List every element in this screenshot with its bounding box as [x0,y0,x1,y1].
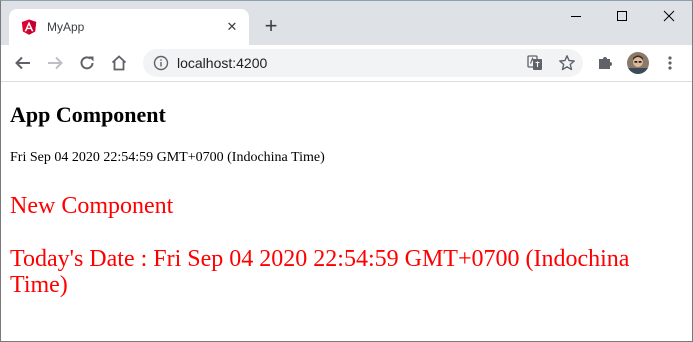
page-title: App Component [10,102,166,127]
bookmark-button[interactable] [557,53,577,73]
minimize-icon[interactable] [553,1,599,31]
close-icon[interactable] [646,1,692,31]
address-bar[interactable]: localhost:4200 [143,49,583,77]
plus-icon[interactable]: + [260,15,282,38]
forward-button[interactable] [41,49,69,77]
date-text: Fri Sep 04 2020 22:54:59 GMT+0700 (Indoc… [10,150,325,165]
todays-date-text: Today's Date : Fri Sep 04 2020 22:54:59 … [10,246,630,298]
info-icon[interactable] [153,55,169,71]
maximize-icon[interactable] [599,1,645,31]
translate-button[interactable] [525,53,545,73]
angular-icon [21,19,37,35]
tab-title: MyApp [47,20,85,34]
arrow-left-icon [15,56,30,70]
avatar [627,52,649,74]
browser-window: MyApp ✕ + localhost:4200 App Component F… [0,0,693,342]
back-button[interactable] [9,49,37,77]
menu-button[interactable] [656,49,684,77]
kebab-menu-icon [668,56,672,70]
tab-strip: MyApp ✕ + [1,1,692,45]
new-component-title: New Component [10,193,174,219]
puzzle-icon [599,57,612,69]
home-icon [111,55,127,71]
close-icon[interactable]: ✕ [223,18,241,36]
profile-button[interactable] [624,49,652,77]
home-button[interactable] [105,49,133,77]
url-text[interactable]: localhost:4200 [177,55,267,71]
reload-button[interactable] [73,49,101,77]
tab-myapp[interactable]: MyApp ✕ [9,9,249,45]
page-content: App Component Fri Sep 04 2020 22:54:59 G… [1,82,692,341]
star-icon [559,55,575,71]
browser-toolbar: localhost:4200 [1,45,692,82]
extensions-button[interactable] [591,49,619,77]
translate-icon [527,55,542,70]
reload-icon [80,56,94,70]
arrow-right-icon [48,56,63,70]
